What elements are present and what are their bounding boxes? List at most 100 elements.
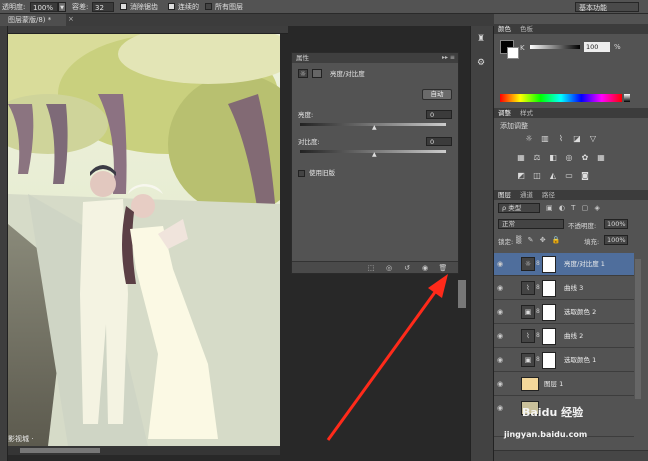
vibrance-icon[interactable]: ▽ — [588, 134, 598, 144]
threshold-icon[interactable]: ◭ — [548, 171, 558, 181]
layer-filter-icons[interactable]: ▣ ◐ T ▢ ◈ — [546, 204, 602, 212]
channel-mixer-icon[interactable]: ✿ — [580, 153, 590, 163]
tab-layers[interactable]: 图层 — [498, 190, 511, 200]
legacy-checkbox[interactable] — [298, 170, 305, 177]
curves-adjust-icon[interactable]: ⌇ — [556, 134, 566, 144]
channel-slider[interactable] — [530, 45, 580, 49]
black-white-ramp[interactable] — [624, 94, 630, 102]
auto-button[interactable]: 自动 — [422, 89, 452, 100]
tolerance-input[interactable]: 32 — [92, 2, 114, 12]
layer-row[interactable]: ◉ ☼ 8 亮度/对比度 1 — [494, 253, 634, 276]
exposure-icon[interactable]: ◪ — [572, 134, 582, 144]
link-icon: 8 — [536, 284, 540, 291]
layer-filter-select[interactable]: ρ 类型 — [498, 203, 540, 213]
curves-icon: ⌇ — [521, 329, 535, 343]
visibility-eye-icon[interactable]: ◉ — [497, 260, 507, 268]
document-tab[interactable]: 图层蒙版/8) * — [0, 14, 66, 26]
link-icon: 8 — [536, 308, 540, 315]
contiguous-checkbox[interactable] — [168, 3, 175, 10]
options-bar: 透明度: 100% ▼ 容差: 32 消除锯齿 连续的 所有图层 基本功能 — [0, 0, 648, 14]
layer-name: 选取颜色 1 — [564, 356, 597, 364]
selective-color-icon: ▣ — [521, 353, 535, 367]
antialias-checkbox[interactable] — [120, 3, 127, 10]
opacity-input[interactable]: 100% — [30, 2, 58, 12]
opacity-label: 不透明度: — [568, 222, 597, 230]
photo-canvas[interactable]: 影视城 · — [8, 34, 280, 446]
brightness-label: 亮度: — [298, 111, 314, 119]
layer-mask-thumb[interactable] — [542, 352, 556, 369]
visibility-eye-icon[interactable]: ◉ — [497, 380, 507, 388]
properties-title: 属性 — [292, 53, 458, 63]
channel-input[interactable]: 100 — [584, 42, 610, 52]
all-layers-label: 所有图层 — [215, 3, 243, 11]
tab-swatches[interactable]: 色板 — [520, 24, 533, 34]
close-tab-icon[interactable]: × — [68, 15, 74, 23]
link-icon: 8 — [536, 260, 540, 267]
opacity-dropdown-icon[interactable]: ▼ — [58, 2, 66, 12]
add-adjustment-label: 添加调整 — [500, 122, 528, 130]
brightness-adjust-icon[interactable]: ☼ — [524, 134, 534, 144]
brightness-slider-handle[interactable]: ▲ — [372, 124, 377, 131]
selective-color-adjust-icon[interactable]: ◙ — [580, 171, 590, 181]
color-balance-icon[interactable]: ⚖ — [532, 153, 542, 163]
contrast-label: 对比度: — [298, 138, 320, 146]
history-icon[interactable]: ♜ — [477, 34, 485, 44]
lock-icons[interactable]: ▒ ✎ ✥ 🔒 — [516, 236, 563, 244]
selective-color-icon: ▣ — [521, 305, 535, 319]
color-lookup-icon[interactable]: ▦ — [596, 153, 606, 163]
red-arrow — [326, 274, 448, 441]
layer-name: 图层 1 — [544, 380, 564, 388]
layer-opacity-input[interactable]: 100% — [604, 219, 628, 229]
filter-kind: 类型 — [508, 204, 522, 212]
hue-saturation-icon[interactable]: ▦ — [516, 153, 526, 163]
horizontal-scrollbar[interactable] — [20, 448, 100, 453]
layer-mask-thumb[interactable] — [542, 304, 556, 321]
layer-row[interactable]: ◉ ⌇ 8 曲线 3 — [494, 277, 634, 300]
layer-mask-thumb[interactable] — [542, 280, 556, 297]
gradient-map-icon[interactable]: ▭ — [564, 171, 574, 181]
channel-unit: % — [614, 43, 621, 51]
photo-filter-icon[interactable]: ◎ — [564, 153, 574, 163]
panel-menu-icon[interactable]: ▸▸ ≡ — [442, 54, 455, 61]
layer-mask-thumb[interactable] — [542, 328, 556, 345]
contrast-input[interactable]: 0 — [426, 137, 452, 146]
contrast-slider-handle[interactable]: ▲ — [372, 151, 377, 158]
workspace-select[interactable]: 基本功能 — [575, 2, 639, 12]
blend-mode-select[interactable]: 正常 — [498, 219, 564, 229]
layer-mask-thumb[interactable] — [542, 256, 556, 273]
properties-icon[interactable]: ⚙ — [477, 58, 485, 68]
color-spectrum[interactable] — [500, 94, 622, 102]
mask-icon[interactable] — [312, 69, 322, 78]
tab-channels[interactable]: 通道 — [520, 190, 533, 200]
levels-icon[interactable]: ▥ — [540, 134, 550, 144]
visibility-eye-icon[interactable]: ◉ — [497, 404, 507, 412]
layer-row[interactable]: ◉ ▣ 8 选取颜色 2 — [494, 301, 634, 324]
curves-icon: ⌇ — [521, 281, 535, 295]
layers-panel-header: 图层 通道 路径 — [494, 190, 648, 200]
visibility-eye-icon[interactable]: ◉ — [497, 308, 507, 316]
layers-scrollbar[interactable] — [635, 259, 641, 399]
layer-row[interactable]: ◉ 图层 1 — [494, 373, 634, 396]
tab-styles[interactable]: 样式 — [520, 108, 533, 118]
brightness-input[interactable]: 0 — [426, 110, 452, 119]
layer-thumb — [521, 377, 539, 391]
visibility-eye-icon[interactable]: ◉ — [497, 284, 507, 292]
black-white-icon[interactable]: ◧ — [548, 153, 558, 163]
tab-color[interactable]: 颜色 — [498, 24, 511, 34]
layer-name: 曲线 2 — [564, 332, 584, 340]
all-layers-checkbox[interactable] — [205, 3, 212, 10]
fill-input[interactable]: 100% — [604, 235, 628, 245]
tab-adjustments[interactable]: 调整 — [498, 108, 511, 118]
visibility-eye-icon[interactable]: ◉ — [497, 356, 507, 364]
brightness-icon: ☼ — [298, 69, 308, 78]
posterize-icon[interactable]: ◫ — [532, 171, 542, 181]
layer-row[interactable]: ◉ ⌇ 8 曲线 2 — [494, 325, 634, 348]
tab-paths[interactable]: 路径 — [542, 190, 555, 200]
layer-row[interactable]: ◉ ▣ 8 选取颜色 1 — [494, 349, 634, 372]
visibility-eye-icon[interactable]: ◉ — [497, 332, 507, 340]
brightness-icon: ☼ — [521, 257, 535, 271]
layer-name: 曲线 3 — [564, 284, 584, 292]
invert-icon[interactable]: ◩ — [516, 171, 526, 181]
layers-footer — [494, 450, 648, 461]
background-color[interactable] — [507, 47, 519, 59]
